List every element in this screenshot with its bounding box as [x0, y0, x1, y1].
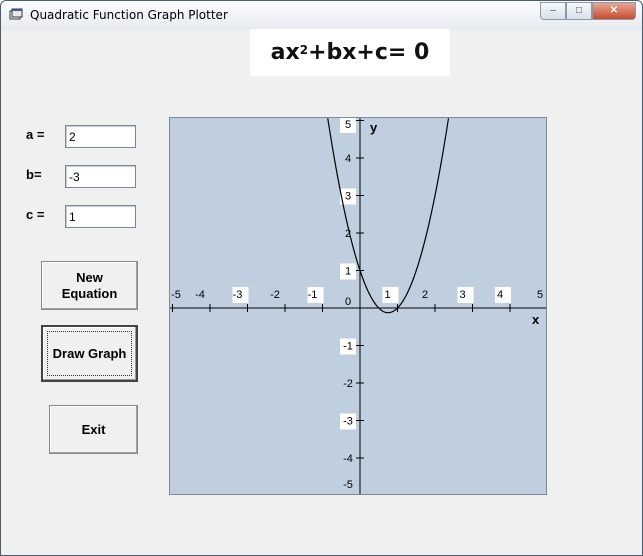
- chart-svg: -5 -4 -3 -2 -101 2 3 4 554321-1-2-3-4-5xy: [170, 118, 546, 494]
- graph-plot-area: -5 -4 -3 -2 -1 0 1 2 3 4 5 5 4 3 2 1 -1 -2 -3 -4 -5 x y: [169, 117, 547, 495]
- y-tick-label: 4: [345, 153, 351, 165]
- y-axis-label: y: [370, 120, 378, 135]
- x-tick-label: -4: [195, 289, 205, 301]
- title-bar[interactable]: Quadratic Function Graph Plotter – □ ✕: [1, 1, 642, 30]
- y-tick-label: -5: [343, 479, 353, 491]
- app-icon: [9, 8, 23, 27]
- x-tick-label: -1: [308, 289, 318, 301]
- x-tick-label: 5: [537, 289, 543, 301]
- close-icon: ✕: [609, 5, 619, 16]
- new-equation-button[interactable]: New Equation: [41, 261, 138, 310]
- formula-ax: ax: [270, 40, 300, 65]
- x-tick-label: 4: [497, 289, 503, 301]
- label-b: b=: [26, 167, 42, 182]
- coefficient-b-input[interactable]: [65, 165, 136, 188]
- window-title: Quadratic Function Graph Plotter: [30, 8, 228, 22]
- parabola-curve: [327, 118, 450, 314]
- minimize-icon: –: [550, 5, 556, 16]
- exit-button[interactable]: Exit: [49, 405, 138, 454]
- y-tick-label: -4: [343, 453, 353, 465]
- formula-rest: +bx+c: [308, 40, 388, 65]
- formula-exponent: 2: [299, 42, 309, 57]
- label-a: a =: [26, 127, 45, 142]
- x-tick-label: 3: [459, 289, 465, 301]
- x-tick-label: 1: [384, 289, 390, 301]
- maximize-button[interactable]: □: [566, 2, 592, 20]
- draw-graph-button[interactable]: Draw Graph: [41, 325, 138, 382]
- y-tick-label: -3: [343, 416, 353, 428]
- label-c: c =: [26, 207, 45, 222]
- coefficient-c-input[interactable]: [65, 205, 136, 228]
- x-tick-label: -5: [171, 289, 181, 301]
- close-button[interactable]: ✕: [592, 2, 636, 20]
- x-tick-label: -3: [233, 289, 243, 301]
- coefficient-a-input[interactable]: [65, 125, 136, 148]
- y-tick-label: 5: [345, 119, 351, 131]
- x-tick-label: -2: [270, 289, 280, 301]
- y-tick-label: -1: [343, 341, 353, 353]
- x-tick-label: 2: [422, 289, 428, 301]
- maximize-icon: □: [575, 5, 583, 16]
- y-tick-label: -2: [343, 378, 353, 390]
- app-window: Quadratic Function Graph Plotter – □ ✕ a…: [0, 0, 643, 556]
- x-axis-label: x: [532, 312, 540, 327]
- y-tick-label: 1: [345, 266, 351, 278]
- y-tick-label: 3: [345, 191, 351, 203]
- minimize-button[interactable]: –: [540, 2, 566, 20]
- x-tick-label: 0: [345, 296, 351, 308]
- equation-banner: ax 2 +bx+c = 0: [250, 29, 450, 76]
- formula-equals: = 0: [387, 40, 430, 65]
